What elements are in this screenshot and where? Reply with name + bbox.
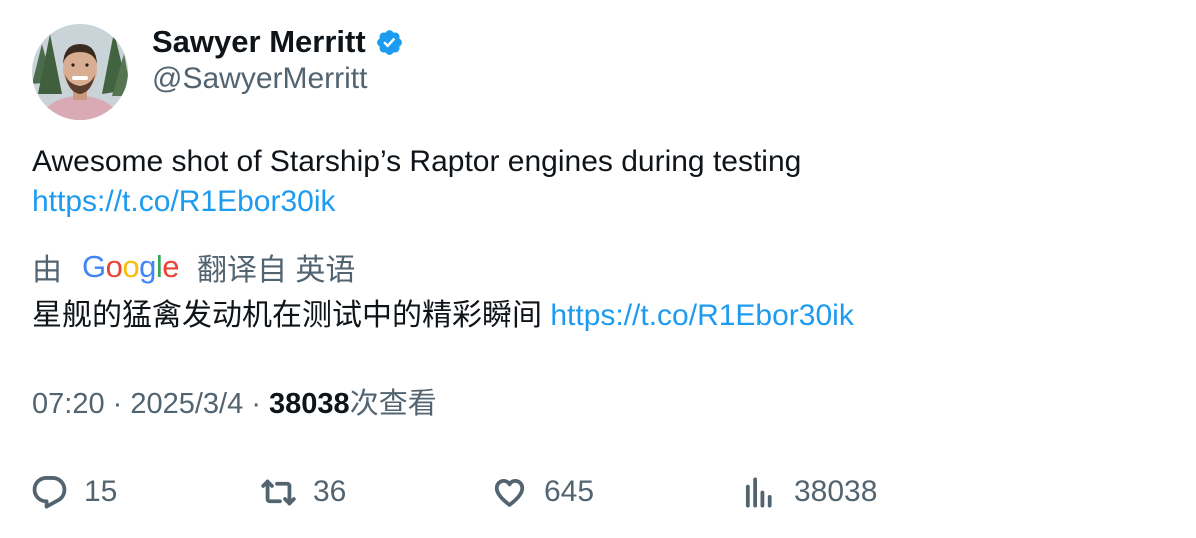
tweet-text: Awesome shot of Starship’s Raptor engine…: [32, 142, 801, 222]
translated-text: 星舰的猛禽发动机在测试中的精彩瞬间 https://t.co/R1Ebor30i…: [32, 296, 854, 336]
reply-button[interactable]: 15: [32, 470, 117, 514]
like-count: 645: [544, 475, 595, 508]
meta-separator: ·: [112, 388, 131, 420]
translated-body: 星舰的猛禽发动机在测试中的精彩瞬间: [32, 299, 551, 332]
tweet-link[interactable]: https://t.co/R1Ebor30ik: [32, 182, 801, 222]
meta-separator: ·: [251, 388, 270, 420]
avatar-photo: [32, 24, 128, 120]
author-row: Sawyer Merritt: [152, 22, 404, 62]
tweet-time[interactable]: 07:20: [32, 388, 105, 420]
reply-count: 15: [84, 475, 118, 508]
author-handle[interactable]: @SawyerMerritt: [152, 62, 367, 96]
google-logo: Google: [82, 249, 180, 284]
views-count: 38038: [269, 388, 350, 420]
views-icon: [745, 476, 772, 508]
author-name[interactable]: Sawyer Merritt: [152, 24, 366, 60]
tweet-card: Sawyer Merritt @SawyerMerritt Awesome sh…: [0, 0, 1196, 538]
retweet-icon: [261, 479, 296, 505]
like-icon: [494, 478, 525, 507]
views-label: 次查看: [349, 388, 437, 420]
views-button[interactable]: 38038: [742, 470, 877, 514]
reply-icon: [32, 475, 67, 509]
translation-attribution: 由 Google 翻译自 英语: [32, 247, 355, 287]
translated-from-label[interactable]: 翻译自 英语: [197, 245, 355, 289]
tweet-date[interactable]: 2025/3/4: [130, 388, 243, 420]
verified-badge-icon[interactable]: [375, 28, 404, 57]
like-button[interactable]: 645: [492, 470, 594, 514]
tweet-body: Awesome shot of Starship’s Raptor engine…: [32, 145, 802, 178]
views-action-count: 38038: [794, 475, 878, 508]
avatar[interactable]: [32, 24, 128, 120]
retweet-count: 36: [313, 475, 347, 508]
action-bar: 15 36 645 38038: [32, 470, 1162, 514]
translated-link[interactable]: https://t.co/R1Ebor30ik: [550, 299, 854, 332]
tweet-meta: 07:20 · 2025/3/4 · 38038次查看: [32, 384, 437, 424]
retweet-button[interactable]: 36: [261, 470, 346, 514]
translated-by-label: 由: [32, 254, 62, 287]
